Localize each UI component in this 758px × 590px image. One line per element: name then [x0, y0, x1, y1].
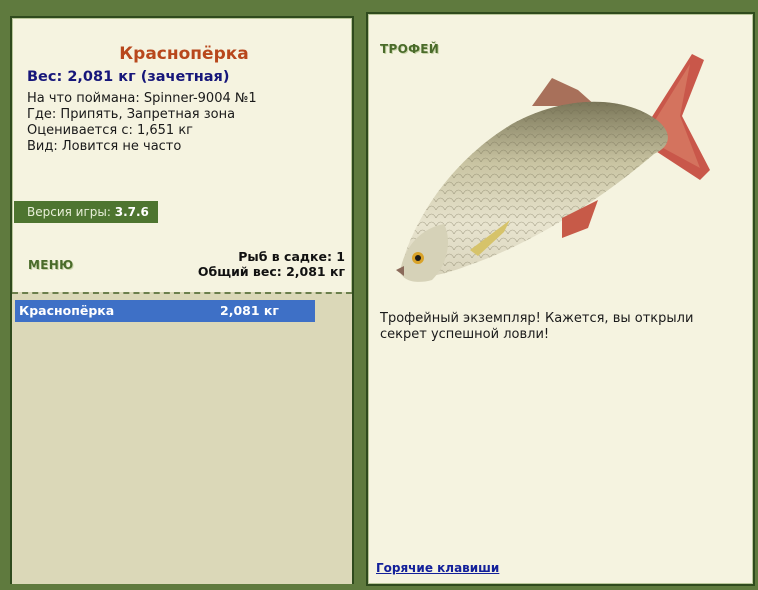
rarity-text: Вид: Ловится не часто: [27, 139, 182, 154]
menu-button[interactable]: МЕНЮ: [28, 258, 73, 272]
dorsal-fin: [532, 78, 596, 106]
valued-from-text: Оценивается с: 1,651 кг: [27, 123, 194, 138]
trophy-description: Трофейный экземпляр! Кажется, вы открыли…: [380, 311, 694, 342]
version-bar: Версия игры: 3.7.6: [14, 201, 158, 223]
fish-count: Рыб в садке: 1: [238, 249, 345, 264]
version-label: Версия игры:: [27, 205, 111, 219]
fish-title: Краснопёрка: [119, 44, 249, 64]
fish-info-panel: Краснопёрка Вес: 2,081 кг (зачетная) На …: [10, 16, 354, 584]
fish-weight: Вес: 2,081 кг (зачетная): [27, 69, 230, 85]
total-weight: Общий вес: 2,081 кг: [197, 264, 345, 279]
fish-details: На что поймана: Spinner-9004 №1 Где: При…: [27, 91, 257, 155]
keepnet-item[interactable]: Краснопёрка 2,081 кг: [15, 300, 315, 322]
version-value: 3.7.6: [114, 205, 149, 219]
keepnet-item-name: Краснопёрка: [19, 303, 115, 318]
fish-image: [396, 54, 710, 282]
keepnet-item-weight: 2,081 кг: [220, 303, 279, 318]
trophy-panel: ТРОФЕЙ Трофейный экземпляр! Кажется, вы …: [366, 12, 755, 586]
location-text: Где: Припять, Запретная зона: [27, 107, 236, 122]
catch-stats: Рыб в садке: 1 Общий вес: 2,081 кг: [198, 249, 345, 279]
keepnet-list: Краснопёрка 2,081 кг: [12, 292, 352, 584]
hotkeys-link[interactable]: Горячие клавиши: [376, 561, 499, 575]
caught-on-text: На что поймана: Spinner-9004 №1: [27, 91, 257, 106]
